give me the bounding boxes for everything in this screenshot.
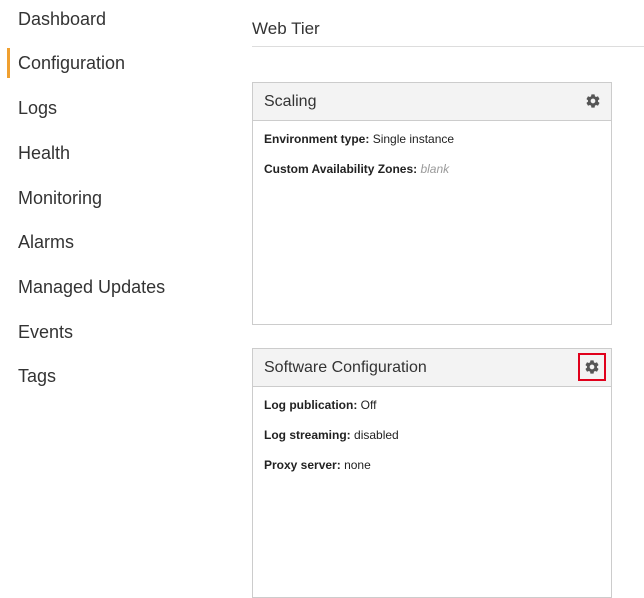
sidebar-item-dashboard[interactable]: Dashboard <box>18 8 106 30</box>
gear-icon <box>586 94 600 108</box>
field-log-publication: Log publication: Off <box>264 397 600 413</box>
software-panel-title: Software Configuration <box>264 359 427 376</box>
page-title: Web Tier <box>252 19 320 38</box>
sidebar-item-health[interactable]: Health <box>18 142 70 164</box>
field-value: blank <box>420 162 450 176</box>
title-divider <box>252 46 644 47</box>
sidebar-item-monitoring[interactable]: Monitoring <box>18 187 102 209</box>
gear-icon <box>585 360 599 374</box>
field-proxy-server: Proxy server: none <box>264 457 600 473</box>
software-panel-body: Log publication: Off Log streaming: disa… <box>253 387 611 497</box>
field-value: Single instance <box>372 132 455 146</box>
field-value: none <box>344 458 371 472</box>
scaling-panel-title: Scaling <box>264 93 317 110</box>
sidebar-item-tags[interactable]: Tags <box>18 365 56 387</box>
software-configuration-panel: Software Configuration Log publication: … <box>252 348 612 598</box>
field-value: disabled <box>354 428 399 442</box>
scaling-panel-header: Scaling <box>253 83 611 121</box>
sidebar-item-managed-updates[interactable]: Managed Updates <box>18 276 165 298</box>
sidebar-item-configuration[interactable]: Configuration <box>6 48 125 78</box>
scaling-panel-body: Environment type: Single instance Custom… <box>253 121 611 201</box>
field-label: Log publication: <box>264 398 361 412</box>
field-log-streaming: Log streaming: disabled <box>264 427 600 443</box>
field-label: Custom Availability Zones: <box>264 162 421 176</box>
field-custom-availability-zones: Custom Availability Zones: blank <box>264 161 600 177</box>
field-label: Proxy server: <box>264 458 345 472</box>
sidebar-nav: Dashboard Configuration Logs Health Moni… <box>0 0 230 588</box>
scaling-panel: Scaling Environment type: Single instanc… <box>252 82 612 325</box>
scaling-settings-button[interactable] <box>584 92 602 110</box>
software-settings-button[interactable] <box>578 353 606 381</box>
sidebar-item-logs[interactable]: Logs <box>18 97 57 119</box>
sidebar-item-alarms[interactable]: Alarms <box>18 231 74 253</box>
field-environment-type: Environment type: Single instance <box>264 131 600 147</box>
field-label: Environment type: <box>264 132 373 146</box>
field-value: Off <box>360 398 377 412</box>
software-panel-header: Software Configuration <box>253 349 611 387</box>
sidebar-item-events[interactable]: Events <box>18 321 73 343</box>
field-label: Log streaming: <box>264 428 355 442</box>
